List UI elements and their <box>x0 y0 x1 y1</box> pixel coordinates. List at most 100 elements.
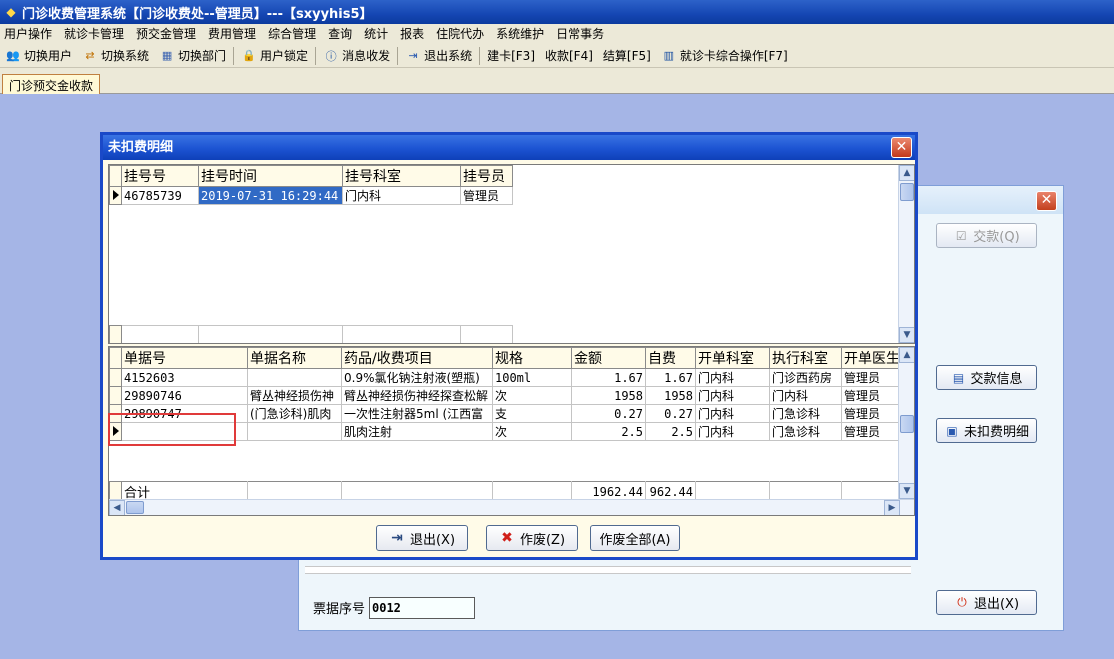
table-row[interactable]: 4152603 0.9%氯化钠注射液(塑瓶) 100ml 1.67 1.67 门… <box>109 368 903 387</box>
col-header-reg-time[interactable]: 挂号时间 <box>198 165 343 187</box>
cell-item[interactable]: 0.9%氯化钠注射液(塑瓶) <box>341 368 493 387</box>
scroll-down-icon[interactable]: ▼ <box>899 327 914 343</box>
cell-order-dept[interactable]: 门内科 <box>695 368 770 387</box>
registration-vertical-scrollbar[interactable]: ▲ ▼ <box>898 165 914 343</box>
cell-bill-name[interactable] <box>247 422 342 441</box>
scroll-up-icon[interactable]: ▲ <box>899 165 914 181</box>
col-header-item[interactable]: 药品/收费项目 <box>341 347 493 369</box>
cell-item[interactable]: 臂丛神经损伤神经探查松解 <box>341 386 493 405</box>
menu-reports[interactable]: 报表 <box>396 24 432 44</box>
detail-vertical-scrollbar[interactable]: ▲ ▼ <box>898 347 914 499</box>
cell-bill-name[interactable] <box>247 368 342 387</box>
scroll-right-icon[interactable]: ▶ <box>884 500 900 515</box>
cell-item[interactable]: 肌肉注射 <box>341 422 493 441</box>
col-header-spec[interactable]: 规格 <box>492 347 572 369</box>
cell-bill-no[interactable]: 29890746 <box>121 386 248 405</box>
cell-doctor[interactable]: 管理员 <box>841 422 903 441</box>
cell-reg-no[interactable]: 46785739 <box>121 186 199 205</box>
cell-amount[interactable]: 0.27 <box>571 404 646 423</box>
user-lock-button[interactable]: 🔒 用户锁定 <box>236 45 313 67</box>
cell-doctor[interactable]: 管理员 <box>841 368 903 387</box>
cell-reg-time[interactable]: 2019-07-31 16:29:44 <box>198 186 343 205</box>
cell-bill-no[interactable]: 4152603 <box>121 368 248 387</box>
close-icon: ✕ <box>1040 192 1053 208</box>
menu-user-ops[interactable]: 用户操作 <box>0 24 60 44</box>
settle-button[interactable]: 结算[F5] <box>598 45 656 67</box>
calculator-icon: ▤ <box>952 370 965 385</box>
col-header-order-dept[interactable]: 开单科室 <box>695 347 770 369</box>
switch-system-button[interactable]: ⇄ 切换系统 <box>77 45 154 67</box>
tab-prepay-collection[interactable]: 门诊预交金收款 <box>2 74 101 94</box>
scroll-left-icon[interactable]: ◀ <box>109 500 125 515</box>
cell-self-pay[interactable]: 1.67 <box>645 368 696 387</box>
card-ops-button[interactable]: ▥ 就诊卡综合操作[F7] <box>656 45 793 67</box>
col-header-amount[interactable]: 金额 <box>571 347 646 369</box>
table-row[interactable]: 29890746 臂丛神经损伤神 臂丛神经损伤神经探查松解 次 1958 195… <box>109 386 903 405</box>
cell-doctor[interactable]: 管理员 <box>841 386 903 405</box>
cell-bill-name[interactable]: 臂丛神经损伤神 <box>247 386 342 405</box>
void-button[interactable]: ✖ 作废(Z) <box>486 525 578 551</box>
cell-self-pay[interactable]: 1958 <box>645 386 696 405</box>
exit-system-button[interactable]: ⇥ 退出系统 <box>400 45 477 67</box>
col-header-bill-name[interactable]: 单据名称 <box>247 347 342 369</box>
col-header-exec-dept[interactable]: 执行科室 <box>769 347 842 369</box>
bg-window-close-button[interactable]: ✕ <box>1036 191 1057 211</box>
cell-spec[interactable]: 支 <box>492 404 572 423</box>
scroll-down-icon[interactable]: ▼ <box>899 483 914 499</box>
cell-self-pay[interactable]: 2.5 <box>645 422 696 441</box>
menu-general-mgmt[interactable]: 综合管理 <box>264 24 324 44</box>
col-header-registrar[interactable]: 挂号员 <box>460 165 513 187</box>
scrollbar-thumb[interactable] <box>900 415 914 433</box>
void-all-button[interactable]: 作废全部(A) <box>590 525 680 551</box>
cell-reg-dept[interactable]: 门内科 <box>342 186 461 205</box>
cell-exec-dept[interactable]: 门诊西药房 <box>769 368 842 387</box>
unpaid-detail-button[interactable]: ▣ 未扣费明细 <box>936 418 1037 443</box>
menu-query[interactable]: 查询 <box>324 24 360 44</box>
cell-exec-dept[interactable]: 门内科 <box>769 386 842 405</box>
pay-button[interactable]: ☑ 交款(Q) <box>936 223 1037 248</box>
col-header-self-pay[interactable]: 自费 <box>645 347 696 369</box>
cell-exec-dept[interactable]: 门急诊科 <box>769 422 842 441</box>
cell-amount[interactable]: 1958 <box>571 386 646 405</box>
cell-bill-name[interactable]: (门急诊科)肌肉 <box>247 404 342 423</box>
col-header-bill-no[interactable]: 单据号 <box>121 347 248 369</box>
cell-amount[interactable]: 1.67 <box>571 368 646 387</box>
menu-system-maintenance[interactable]: 系统维护 <box>492 24 552 44</box>
cell-order-dept[interactable]: 门内科 <box>695 386 770 405</box>
scrollbar-thumb[interactable] <box>900 183 914 201</box>
cell-doctor[interactable]: 管理员 <box>841 404 903 423</box>
cell-order-dept[interactable]: 门内科 <box>695 422 770 441</box>
cell-amount[interactable]: 2.5 <box>571 422 646 441</box>
create-card-button[interactable]: 建卡[F3] <box>482 45 540 67</box>
col-header-doctor[interactable]: 开单医生 <box>841 347 903 369</box>
col-header-reg-dept[interactable]: 挂号科室 <box>342 165 461 187</box>
switch-dept-button[interactable]: ▦ 切换部门 <box>154 45 231 67</box>
menu-daily-tasks[interactable]: 日常事务 <box>552 24 612 44</box>
dialog-exit-button[interactable]: ⇥ 退出(X) <box>376 525 468 551</box>
cell-self-pay[interactable]: 0.27 <box>645 404 696 423</box>
cell-spec[interactable]: 次 <box>492 386 572 405</box>
switch-user-button[interactable]: 👥 切换用户 <box>0 45 77 67</box>
menu-inpatient-agent[interactable]: 住院代办 <box>432 24 492 44</box>
cell-spec[interactable]: 100ml <box>492 368 572 387</box>
cell-spec[interactable]: 次 <box>492 422 572 441</box>
cell-order-dept[interactable]: 门内科 <box>695 404 770 423</box>
detail-horizontal-scrollbar[interactable]: ◀ ▶ <box>109 499 914 515</box>
cell-exec-dept[interactable]: 门急诊科 <box>769 404 842 423</box>
message-button[interactable]: ⓘ 消息收发 <box>318 45 395 67</box>
bg-exit-button[interactable]: ⏻ 退出(X) <box>936 590 1037 615</box>
col-header-reg-no[interactable]: 挂号号 <box>121 165 199 187</box>
scrollbar-thumb[interactable] <box>126 501 144 514</box>
scroll-up-icon[interactable]: ▲ <box>899 347 914 363</box>
charge-button[interactable]: 收款[F4] <box>540 45 598 67</box>
menu-fee-mgmt[interactable]: 费用管理 <box>204 24 264 44</box>
menu-card-mgmt[interactable]: 就诊卡管理 <box>60 24 132 44</box>
menu-statistics[interactable]: 统计 <box>360 24 396 44</box>
receipt-number-field[interactable]: 0012 <box>369 597 475 619</box>
cell-registrar[interactable]: 管理员 <box>460 186 513 205</box>
dialog-close-button[interactable]: ✕ <box>891 137 912 158</box>
cell-item[interactable]: 一次性注射器5ml (江西富 <box>341 404 493 423</box>
pay-info-button[interactable]: ▤ 交款信息 <box>936 365 1037 390</box>
table-row[interactable]: 46785739 2019-07-31 16:29:44 门内科 管理员 <box>109 186 513 205</box>
menu-prepay-mgmt[interactable]: 预交金管理 <box>132 24 204 44</box>
